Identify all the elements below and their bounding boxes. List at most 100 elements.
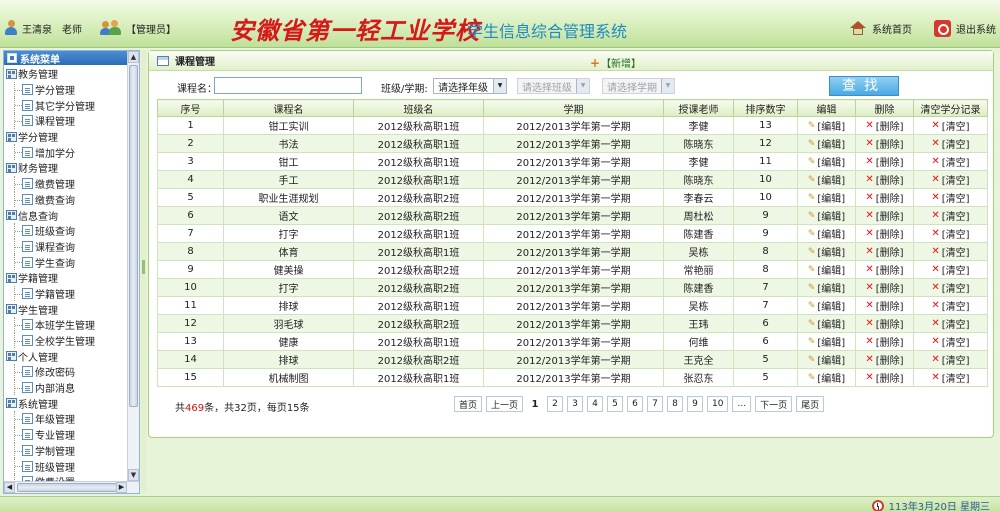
menu-item[interactable]: 修改密码: [4, 364, 127, 380]
clear-credits-button[interactable]: ✕ [清空]: [931, 316, 969, 331]
clear-credits-button[interactable]: ✕ [清空]: [931, 334, 969, 349]
menu-item[interactable]: 学籍管理: [4, 285, 127, 302]
last-page-button[interactable]: 尾页: [796, 396, 825, 412]
edit-button[interactable]: ✎ [编辑]: [808, 298, 845, 314]
delete-button[interactable]: ✕ [删除]: [865, 244, 903, 259]
clear-credits-button[interactable]: ✕ [清空]: [931, 154, 969, 169]
menu-item[interactable]: 班级查询: [4, 222, 127, 239]
clear-credits-button[interactable]: ✕ [清空]: [931, 280, 969, 295]
clear-credits-button[interactable]: ✕ [清空]: [931, 226, 969, 241]
page-button[interactable]: 4: [587, 396, 604, 412]
page-button[interactable]: 5: [607, 396, 624, 412]
clear-credits-button[interactable]: ✕ [清空]: [931, 262, 969, 277]
menu-item[interactable]: 其它学分管理: [4, 97, 127, 114]
course-name-input[interactable]: [214, 77, 362, 94]
search-button[interactable]: 查找: [829, 76, 899, 96]
edit-button[interactable]: ✎ [编辑]: [808, 208, 845, 224]
menu-group[interactable]: 教务管理: [4, 66, 127, 82]
edit-button[interactable]: ✎ [编辑]: [808, 262, 845, 278]
edit-button[interactable]: ✎ [编辑]: [808, 280, 845, 296]
clear-credits-button[interactable]: ✕ [清空]: [931, 298, 969, 313]
sidebar-vertical-scrollbar[interactable]: ▲ ▼: [127, 51, 139, 481]
edit-button[interactable]: ✎ [编辑]: [808, 154, 845, 170]
delete-button[interactable]: ✕ [删除]: [865, 262, 903, 277]
clear-credits-button[interactable]: ✕ [清空]: [931, 352, 969, 367]
menu-group[interactable]: 信息查询: [4, 207, 127, 223]
grade-select[interactable]: 请选择年级 ▼: [433, 78, 507, 94]
delete-button[interactable]: ✕ [删除]: [865, 154, 903, 169]
clear-credits-button[interactable]: ✕ [清空]: [931, 244, 969, 259]
delete-button[interactable]: ✕ [删除]: [865, 352, 903, 367]
menu-item[interactable]: 缴费管理: [4, 175, 127, 192]
menu-item[interactable]: 缴费查询: [4, 191, 127, 208]
menu-item[interactable]: 学制管理: [4, 442, 127, 459]
scrollbar-thumb[interactable]: [129, 65, 138, 407]
edit-button[interactable]: ✎ [编辑]: [808, 172, 845, 188]
exit-button[interactable]: 退出系统: [934, 20, 996, 37]
delete-button[interactable]: ✕ [删除]: [865, 370, 903, 385]
page-button[interactable]: 3: [567, 396, 584, 412]
delete-button[interactable]: ✕ [删除]: [865, 208, 903, 223]
menu-item[interactable]: 增加学分: [4, 144, 127, 161]
sidebar-horizontal-scrollbar[interactable]: ◀ ▶: [4, 481, 139, 493]
delete-button[interactable]: ✕ [删除]: [865, 334, 903, 349]
scroll-up-icon[interactable]: ▲: [128, 51, 139, 63]
scrollbar-thumb[interactable]: [17, 483, 117, 492]
clear-credits-button[interactable]: ✕ [清空]: [931, 190, 969, 205]
term-select[interactable]: 请选择学期 ▼: [602, 78, 675, 94]
add-course-button[interactable]: + 【新增】: [590, 55, 641, 71]
menu-item[interactable]: 本班学生管理: [4, 317, 127, 333]
home-button[interactable]: 系统首页: [850, 21, 912, 36]
page-button[interactable]: 8: [667, 396, 684, 412]
next-page-button[interactable]: 下一页: [755, 396, 793, 412]
menu-item[interactable]: 缴费设置: [4, 473, 127, 481]
first-page-button[interactable]: 首页: [454, 396, 483, 412]
menu-group[interactable]: 学分管理: [4, 129, 127, 145]
menu-group[interactable]: 学生管理: [4, 301, 127, 317]
panel-splitter[interactable]: [141, 50, 146, 494]
menu-item[interactable]: 专业管理: [4, 426, 127, 443]
prev-page-button[interactable]: 上一页: [486, 396, 524, 412]
edit-button[interactable]: ✎ [编辑]: [808, 352, 845, 368]
edit-button[interactable]: ✎ [编辑]: [808, 316, 845, 332]
scroll-right-icon[interactable]: ▶: [116, 482, 127, 493]
page-button[interactable]: 6: [627, 396, 644, 412]
delete-button[interactable]: ✕ [删除]: [865, 280, 903, 295]
edit-button[interactable]: ✎ [编辑]: [808, 118, 845, 134]
delete-button[interactable]: ✕ [删除]: [865, 190, 903, 205]
clear-credits-button[interactable]: ✕ [清空]: [931, 370, 969, 385]
edit-button[interactable]: ✎ [编辑]: [808, 226, 845, 242]
clear-credits-button[interactable]: ✕ [清空]: [931, 172, 969, 187]
menu-group[interactable]: 财务管理: [4, 160, 127, 176]
delete-button[interactable]: ✕ [删除]: [865, 226, 903, 241]
delete-button[interactable]: ✕ [删除]: [865, 136, 903, 151]
menu-item[interactable]: 学分管理: [4, 81, 127, 98]
menu-item[interactable]: 全校学生管理: [4, 332, 127, 349]
page-button[interactable]: ...: [732, 396, 752, 412]
menu-group[interactable]: 学籍管理: [4, 270, 127, 286]
menu-item[interactable]: 班级管理: [4, 458, 127, 474]
menu-item[interactable]: 课程管理: [4, 113, 127, 129]
delete-button[interactable]: ✕ [删除]: [865, 172, 903, 187]
scroll-left-icon[interactable]: ◀: [4, 482, 15, 493]
delete-button[interactable]: ✕ [删除]: [865, 316, 903, 331]
menu-group[interactable]: 个人管理: [4, 348, 127, 364]
edit-button[interactable]: ✎ [编辑]: [808, 244, 845, 260]
delete-button[interactable]: ✕ [删除]: [865, 298, 903, 313]
page-button[interactable]: 10: [707, 396, 729, 412]
clear-credits-button[interactable]: ✕ [清空]: [931, 136, 969, 151]
clear-credits-button[interactable]: ✕ [清空]: [931, 118, 969, 133]
page-button[interactable]: 7: [647, 396, 664, 412]
menu-item[interactable]: 年级管理: [4, 411, 127, 427]
menu-item[interactable]: 内部消息: [4, 379, 127, 396]
class-select[interactable]: 请选择班级 ▼: [517, 78, 590, 94]
menu-item[interactable]: 课程查询: [4, 238, 127, 255]
clear-credits-button[interactable]: ✕ [清空]: [931, 208, 969, 223]
menu-group[interactable]: 系统管理: [4, 395, 127, 411]
current-page[interactable]: 1: [527, 396, 544, 412]
page-button[interactable]: 9: [687, 396, 704, 412]
menu-item[interactable]: 学生查询: [4, 254, 127, 270]
delete-button[interactable]: ✕ [删除]: [865, 118, 903, 133]
edit-button[interactable]: ✎ [编辑]: [808, 334, 845, 350]
edit-button[interactable]: ✎ [编辑]: [808, 136, 845, 152]
